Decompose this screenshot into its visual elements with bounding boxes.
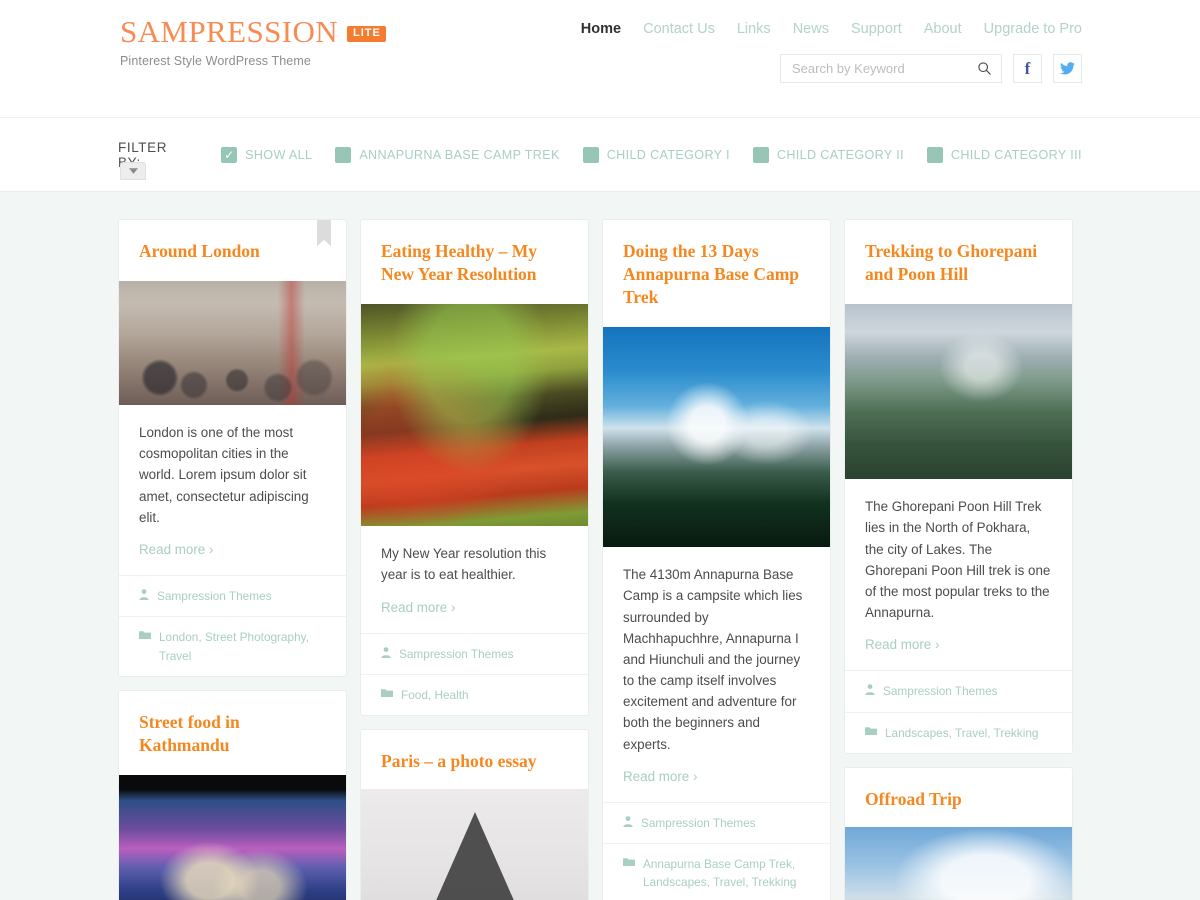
checkbox-checked-icon[interactable]: ✓: [221, 147, 238, 163]
grid-column-2: Eating Healthy – My New Year Resolution …: [360, 219, 589, 900]
post-author-row[interactable]: Sampression Themes: [603, 801, 830, 843]
post-excerpt: London is one of the most cosmopolitan c…: [139, 425, 309, 525]
post-author-row[interactable]: Sampression Themes: [119, 574, 346, 616]
post-card-annapurna-base-camp-trek[interactable]: Doing the 13 Days Annapurna Base Camp Tr…: [602, 219, 831, 900]
grid-column-3: Doing the 13 Days Annapurna Base Camp Tr…: [602, 219, 831, 900]
filter-label-annapurna: ANNAPURNA BASE CAMP TREK: [359, 148, 560, 162]
post-author-row[interactable]: Sampression Themes: [361, 632, 588, 674]
filter-item-annapurna-base-camp-trek[interactable]: ANNAPURNA BASE CAMP TREK: [335, 147, 559, 163]
post-card-street-food-in-kathmandu[interactable]: Street food in Kathmandu: [118, 689, 347, 900]
read-more-link[interactable]: Read more ›: [603, 755, 717, 802]
post-card-paris-photo-essay[interactable]: Paris – a photo essay: [360, 729, 589, 900]
filter-label-child-i: CHILD CATEGORY I: [606, 148, 730, 162]
post-card-offroad-trip[interactable]: Offroad Trip: [844, 766, 1073, 900]
post-title[interactable]: Eating Healthy – My New Year Resolution: [361, 220, 588, 304]
read-more-link[interactable]: Read more ›: [361, 586, 475, 633]
post-title[interactable]: Street food in Kathmandu: [119, 691, 346, 775]
post-thumbnail-ghorepani[interactable]: [845, 304, 1072, 480]
filter-label-show-all: SHOW ALL: [245, 148, 313, 162]
post-thumbnail-street-food[interactable]: [119, 774, 346, 900]
filter-item-show-all[interactable]: ✓ SHOW ALL: [221, 147, 312, 163]
person-icon: [623, 816, 633, 827]
nav-item-upgrade-to-pro[interactable]: Upgrade to Pro: [984, 21, 1082, 37]
post-thumbnail-offroad[interactable]: [845, 826, 1072, 900]
post-title[interactable]: Trekking to Ghorepani and Poon Hill: [845, 220, 1072, 304]
post-author: Sampression Themes: [157, 588, 272, 603]
post-grid: Around London London is one of the most …: [118, 192, 1082, 900]
checkbox-icon[interactable]: [752, 147, 769, 163]
post-thumbnail-paris[interactable]: [361, 789, 588, 900]
post-thumbnail-annapurna[interactable]: [603, 327, 830, 548]
person-icon: [139, 589, 149, 600]
bookmark-icon: [317, 220, 331, 255]
post-thumbnail-food[interactable]: [361, 304, 588, 527]
checkbox-icon[interactable]: [582, 147, 599, 163]
post-categories: Annapurna Base Camp Trek, Landscapes, Tr…: [643, 857, 797, 890]
filter-toggle-button[interactable]: [120, 162, 146, 180]
filter-item-child-category-ii[interactable]: CHILD CATEGORY II: [752, 147, 904, 163]
grid-column-1: Around London London is one of the most …: [118, 219, 347, 900]
person-icon: [381, 646, 391, 658]
folder-icon: [381, 689, 393, 697]
twitter-icon: [1060, 62, 1075, 75]
post-card-trekking-to-ghorepani[interactable]: Trekking to Ghorepani and Poon Hill The …: [844, 219, 1073, 754]
post-title[interactable]: Around London: [119, 220, 346, 281]
twitter-button[interactable]: [1053, 54, 1082, 83]
post-author: Sampression Themes: [399, 646, 514, 661]
nav-item-contact-us[interactable]: Contact Us: [643, 21, 715, 37]
chevron-down-icon: [128, 168, 138, 174]
site-header: SAMPRESSION LITE Pinterest Style WordPre…: [0, 0, 1200, 118]
nav-item-about[interactable]: About: [924, 21, 962, 37]
nav-item-home[interactable]: Home: [581, 21, 621, 37]
post-author: Sampression Themes: [883, 684, 998, 699]
nav-item-links[interactable]: Links: [737, 21, 771, 37]
facebook-button[interactable]: f: [1013, 54, 1042, 83]
post-title[interactable]: Paris – a photo essay: [361, 730, 588, 789]
facebook-icon: f: [1024, 59, 1031, 78]
post-author-row[interactable]: Sampression Themes: [845, 670, 1072, 711]
search-box[interactable]: [780, 54, 1002, 83]
post-card-around-london[interactable]: Around London London is one of the most …: [118, 219, 347, 677]
post-categories-row[interactable]: Landscapes, Travel, Trekking: [845, 711, 1072, 753]
nav-item-support[interactable]: Support: [851, 21, 902, 37]
post-categories: Landscapes, Travel, Trekking: [885, 725, 1039, 740]
header-tools: f: [780, 54, 1082, 83]
post-title[interactable]: Offroad Trip: [845, 768, 1072, 827]
post-author: Sampression Themes: [641, 815, 756, 830]
post-excerpt: My New Year resolution this year is to e…: [381, 546, 547, 583]
post-categories: Food, Health: [401, 687, 469, 702]
read-more-link[interactable]: Read more ›: [119, 528, 233, 575]
post-thumbnail-london[interactable]: [119, 281, 346, 406]
post-categories: London, Street Photography, Travel: [159, 630, 309, 663]
post-categories-row[interactable]: London, Street Photography, Travel: [119, 616, 346, 676]
grid-column-4: Trekking to Ghorepani and Poon Hill The …: [844, 219, 1073, 900]
post-categories-row[interactable]: Food, Health: [361, 673, 588, 715]
search-button[interactable]: [977, 61, 992, 76]
site-tagline: Pinterest Style WordPress Theme: [120, 54, 311, 68]
search-icon: [978, 62, 991, 75]
folder-icon: [139, 631, 151, 640]
folder-icon: [865, 726, 877, 735]
filter-label-child-iii: CHILD CATEGORY III: [950, 148, 1082, 162]
lite-badge: LITE: [347, 25, 386, 42]
post-excerpt: The 4130m Annapurna Base Camp is a camps…: [623, 567, 803, 752]
post-excerpt: The Ghorepani Poon Hill Trek lies in the…: [865, 499, 1051, 621]
site-branding[interactable]: SAMPRESSION LITE Pinterest Style WordPre…: [120, 16, 386, 68]
checkbox-icon[interactable]: [335, 147, 352, 163]
filter-label-child-ii: CHILD CATEGORY II: [776, 148, 904, 162]
read-more-link[interactable]: Read more ›: [845, 623, 959, 670]
post-categories-row[interactable]: Annapurna Base Camp Trek, Landscapes, Tr…: [603, 843, 830, 900]
filter-item-child-category-iii[interactable]: CHILD CATEGORY III: [926, 147, 1082, 163]
filter-item-child-category-i[interactable]: CHILD CATEGORY I: [582, 147, 730, 163]
folder-icon: [623, 858, 635, 867]
post-card-eating-healthy[interactable]: Eating Healthy – My New Year Resolution …: [360, 219, 589, 717]
post-title[interactable]: Doing the 13 Days Annapurna Base Camp Tr…: [603, 220, 830, 327]
site-title[interactable]: SAMPRESSION: [120, 16, 338, 47]
primary-navigation: Home Contact Us Links News Support About…: [581, 21, 1082, 37]
person-icon: [865, 684, 875, 696]
nav-item-news[interactable]: News: [793, 21, 829, 37]
checkbox-icon[interactable]: [926, 147, 943, 163]
search-input[interactable]: [792, 61, 977, 76]
filter-bar: FILTER BY: ✓ SHOW ALL ANNAPURNA BASE CAM…: [0, 118, 1200, 192]
